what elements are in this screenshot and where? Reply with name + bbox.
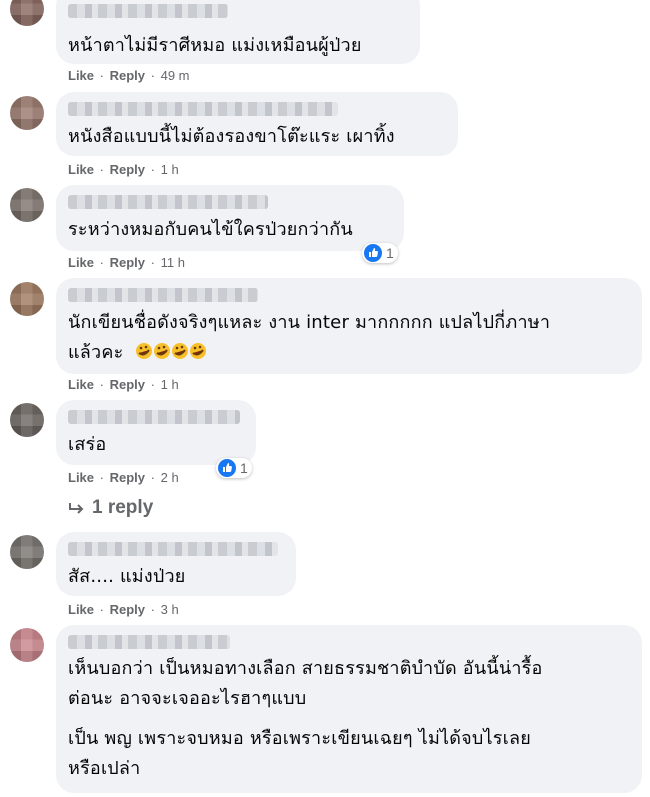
reaction-count[interactable]: 1 xyxy=(216,458,252,478)
like-icon xyxy=(364,244,382,262)
reply-link[interactable]: Reply xyxy=(110,470,145,485)
reply-link[interactable]: Reply xyxy=(110,162,145,177)
timestamp: 3 h xyxy=(160,602,179,617)
avatar[interactable] xyxy=(10,403,44,437)
comment-actions: Like · Reply · 3 h xyxy=(68,602,179,617)
like-link[interactable]: Like xyxy=(68,255,94,270)
reply-link[interactable]: Reply xyxy=(110,602,145,617)
reply-link[interactable]: Reply xyxy=(110,255,145,270)
commenter-name[interactable] xyxy=(68,635,230,649)
comment-bubble: สัส.... แม่งป่วย xyxy=(56,532,296,596)
comment-text: แล้วคะ xyxy=(68,338,207,370)
timestamp: 11 h xyxy=(160,255,185,270)
reply-link[interactable]: Reply xyxy=(110,68,145,83)
comment-bubble: นักเขียนชื่อดังจริงๆแหละ งาน inter มากกก… xyxy=(56,278,642,374)
avatar[interactable] xyxy=(10,96,44,130)
avatar[interactable] xyxy=(10,0,44,26)
commenter-name[interactable] xyxy=(68,195,268,209)
comment-text: ระหว่างหมอกับคนไข้ใครป่วยกว่ากัน xyxy=(68,219,353,240)
comment-text: หรือเปล่า xyxy=(68,758,141,779)
timestamp: 2 h xyxy=(160,470,179,485)
comment-actions: Like · Reply · 2 h xyxy=(68,470,179,485)
comment-text: เห็นบอกว่า เป็นหมอทางเลือก สายธรรมชาติบำ… xyxy=(68,658,543,679)
comment-bubble: หน้าตาไม่มีราศีหมอ แม่งเหมือนผู้ป่วย xyxy=(56,0,420,64)
comment-text: ต่อนะ อาจจะเจออะไรฮาๆแบบ xyxy=(68,688,307,709)
view-replies-link[interactable]: 1 reply xyxy=(68,497,153,519)
comment-text: นักเขียนชื่อดังจริงๆแหละ งาน inter มากกก… xyxy=(68,312,551,333)
comment-actions: Like · Reply · 1 h xyxy=(68,162,179,177)
like-link[interactable]: Like xyxy=(68,602,94,617)
comment-text: เป็น พญ เพราะจบหมอ หรือเพราะเขียนเฉยๆ ไม… xyxy=(68,728,531,749)
comment-bubble: เสร่อ xyxy=(56,400,256,465)
comment-bubble: หนังสือแบบนี้ไม่ต้องรองขาโต๊ะแระ เผาทิ้ง xyxy=(56,92,458,156)
reaction-count[interactable]: 1 xyxy=(362,243,398,263)
avatar[interactable] xyxy=(10,628,44,662)
comment-text: สัส.... แม่งป่วย xyxy=(68,566,186,587)
avatar[interactable] xyxy=(10,188,44,222)
comment-bubble: ระหว่างหมอกับคนไข้ใครป่วยกว่ากัน xyxy=(56,185,404,251)
like-link[interactable]: Like xyxy=(68,470,94,485)
commenter-name[interactable] xyxy=(68,102,338,116)
like-link[interactable]: Like xyxy=(68,162,94,177)
timestamp: 1 h xyxy=(160,377,179,392)
avatar[interactable] xyxy=(10,535,44,569)
commenter-name[interactable] xyxy=(68,410,240,424)
comment-actions: Like · Reply · 49 m xyxy=(68,68,190,83)
like-link[interactable]: Like xyxy=(68,377,94,392)
timestamp: 1 h xyxy=(160,162,179,177)
commenter-name[interactable] xyxy=(68,4,228,18)
rofl-emoji xyxy=(135,340,207,370)
comment-actions: Like · Reply · 1 h xyxy=(68,377,179,392)
timestamp: 49 m xyxy=(160,68,190,83)
like-link[interactable]: Like xyxy=(68,68,94,83)
reply-link[interactable]: Reply xyxy=(110,377,145,392)
comment-text: เสร่อ xyxy=(68,434,107,455)
commenter-name[interactable] xyxy=(68,288,258,302)
comment-bubble: เห็นบอกว่า เป็นหมอทางเลือก สายธรรมชาติบำ… xyxy=(56,625,642,793)
comment-actions: Like · Reply · 11 h xyxy=(68,255,185,270)
comment-text: หน้าตาไม่มีราศีหมอ แม่งเหมือนผู้ป่วย xyxy=(68,35,362,56)
commenter-name[interactable] xyxy=(68,542,278,556)
reply-arrow-icon xyxy=(69,503,84,514)
avatar[interactable] xyxy=(10,282,44,316)
like-icon xyxy=(218,459,236,477)
comment-text: หนังสือแบบนี้ไม่ต้องรองขาโต๊ะแระ เผาทิ้ง xyxy=(68,126,395,147)
